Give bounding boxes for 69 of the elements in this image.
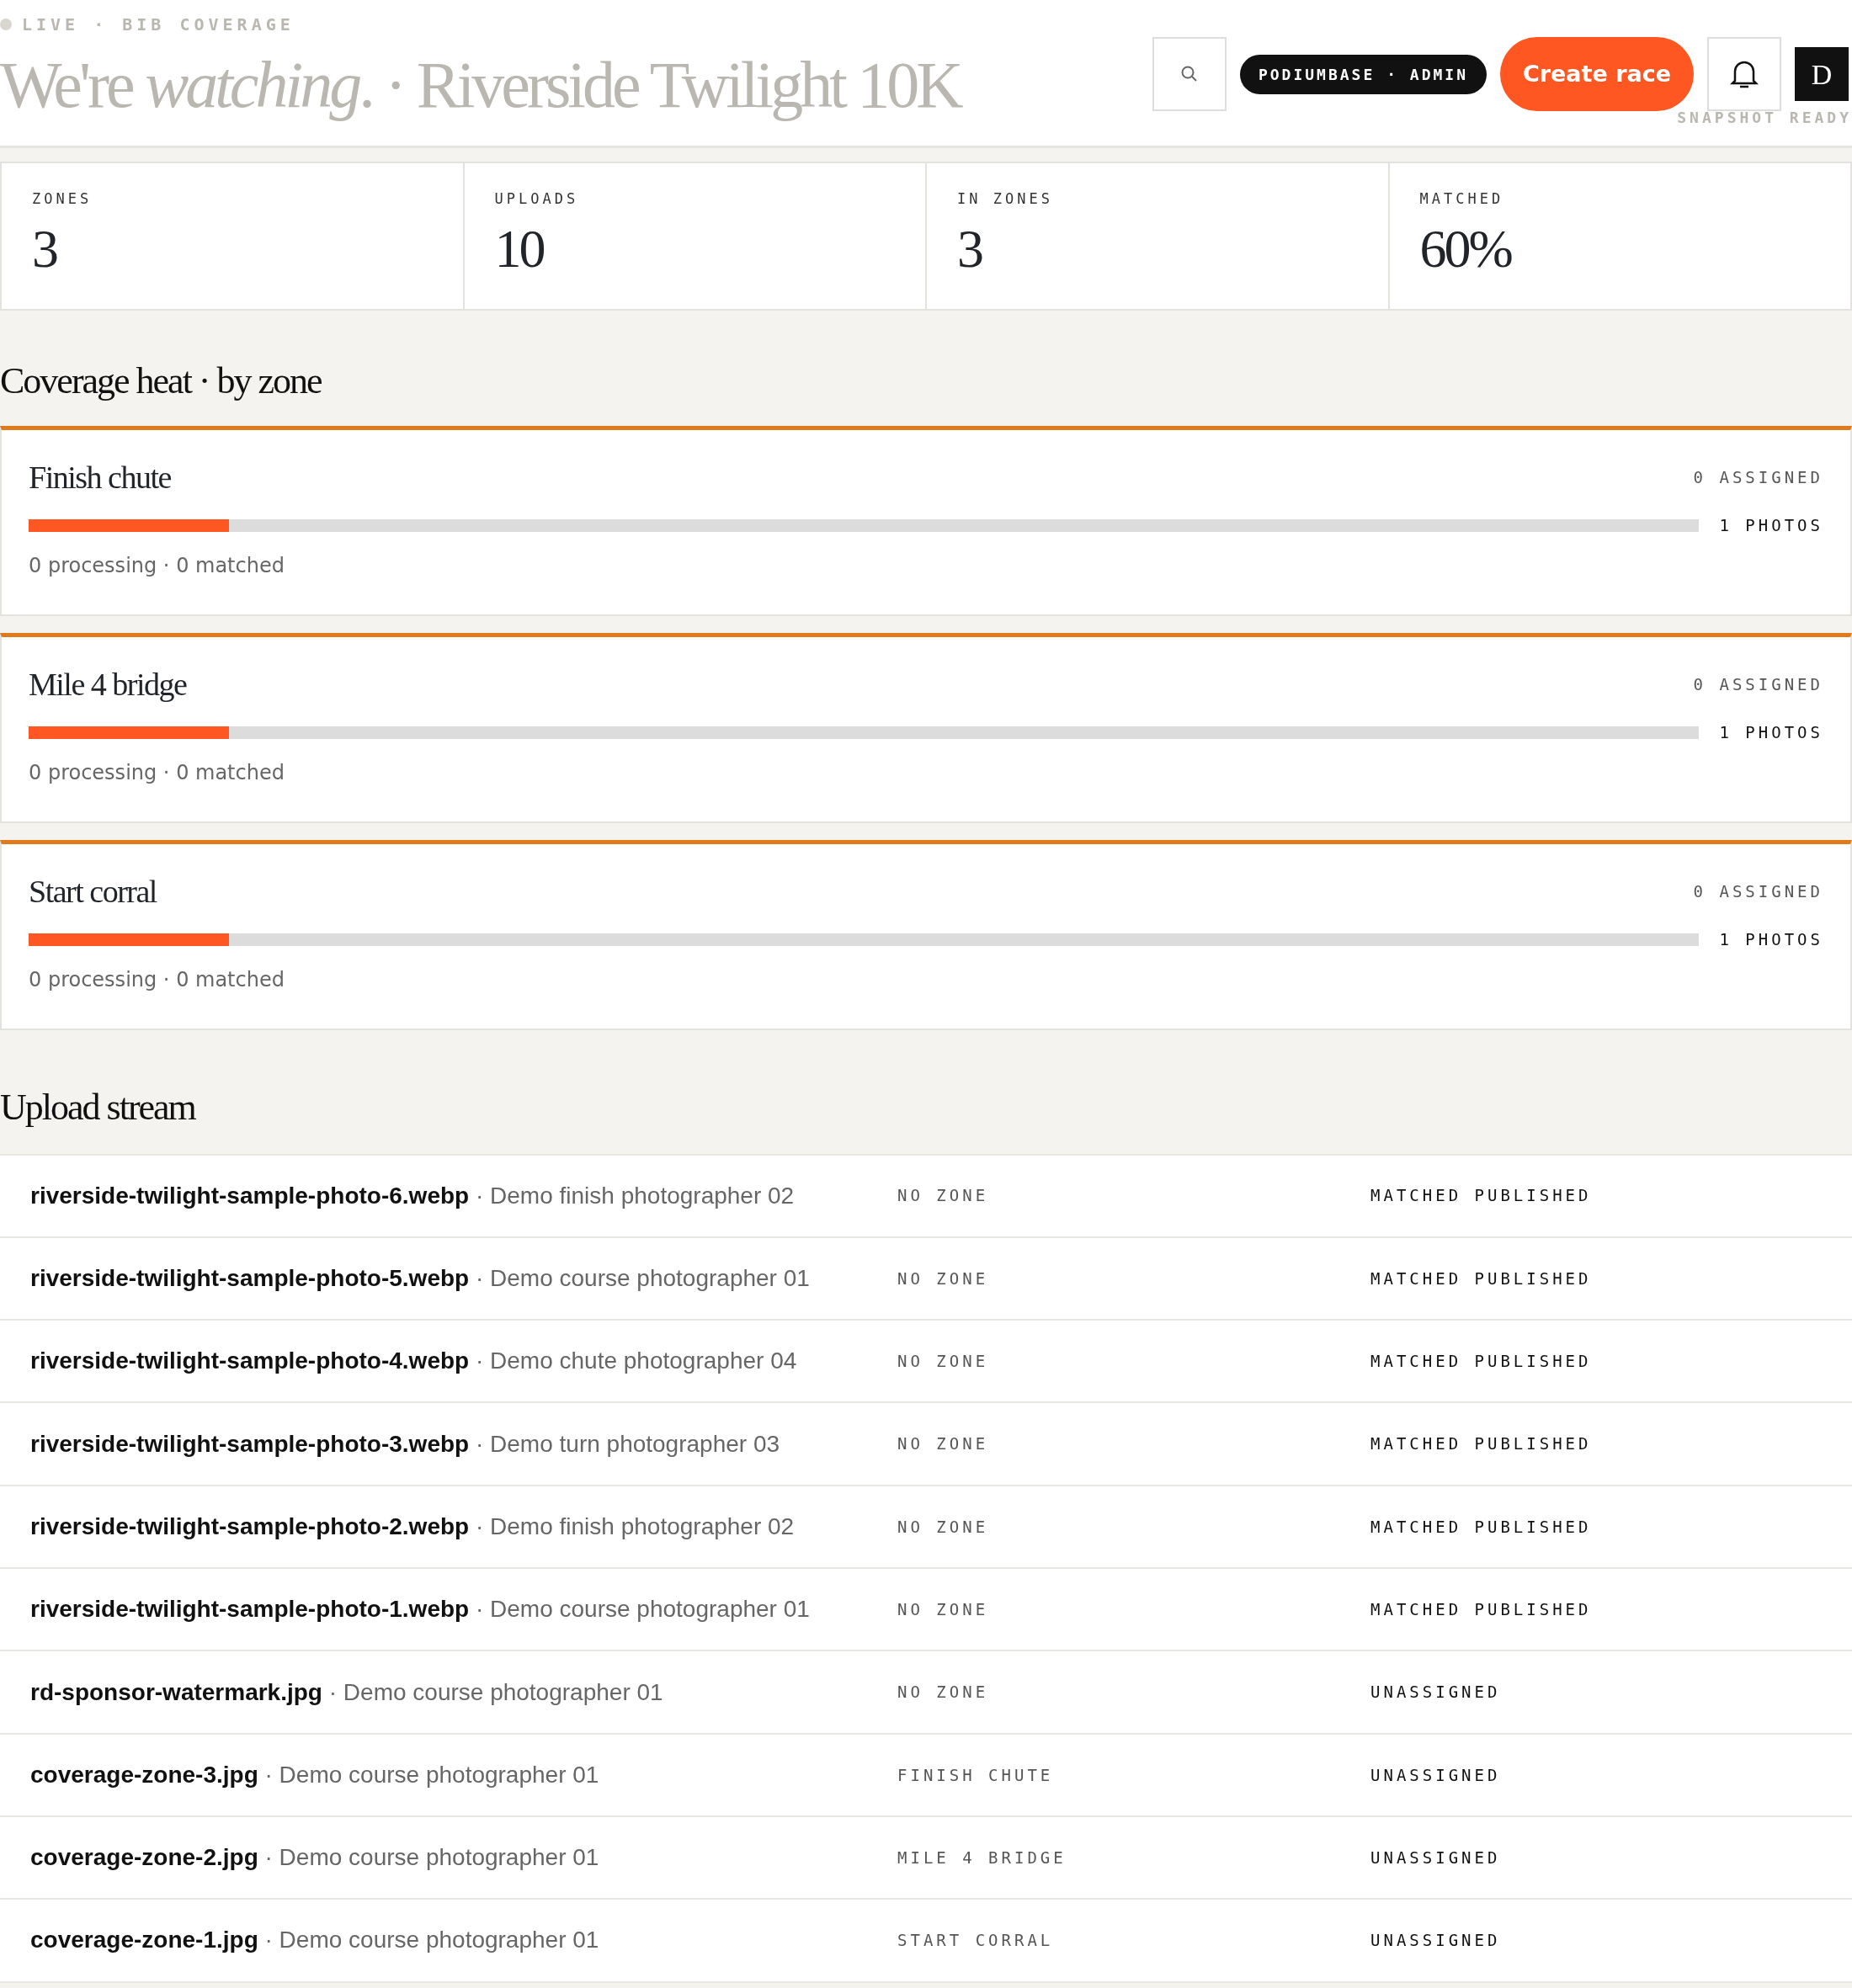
- search-icon: [1179, 65, 1199, 83]
- file-name[interactable]: riverside-twilight-sample-photo-5.webp: [30, 1265, 470, 1292]
- stat-value: 3: [957, 221, 983, 276]
- upload-status: UNASSIGNED: [1370, 1847, 1501, 1868]
- zone-label: START CORRAL: [897, 1931, 1054, 1950]
- photographer-name: · Demo course photographer 01: [475, 1596, 810, 1623]
- file-name[interactable]: riverside-twilight-sample-photo-1.webp: [30, 1596, 470, 1623]
- zone-label: NO ZONE: [897, 1186, 989, 1205]
- file-name[interactable]: rd-sponsor-watermark.jpg: [30, 1678, 322, 1705]
- zone-summary: 0 processing · 0 matched: [29, 760, 285, 787]
- assigned-count: 0 ASSIGNED: [1693, 881, 1823, 903]
- stat-value: 60%: [1419, 221, 1513, 276]
- live-dot-icon: [0, 19, 12, 30]
- zone-label: FINISH CHUTE: [897, 1765, 1054, 1784]
- upload-status: UNASSIGNED: [1370, 1930, 1501, 1952]
- section-heading: Upload stream: [0, 1085, 197, 1130]
- upload-status: MATCHED PUBLISHED: [1370, 1351, 1592, 1373]
- zone-summary: 0 processing · 0 matched: [29, 967, 285, 994]
- zone-label: NO ZONE: [897, 1599, 989, 1619]
- zone-name: Mile 4 bridge: [29, 665, 187, 704]
- section-heading: Coverage heat · by zone: [0, 359, 322, 403]
- assigned-count: 0 ASSIGNED: [1693, 467, 1823, 489]
- zone-summary: 0 processing · 0 matched: [29, 553, 285, 580]
- zone-label: NO ZONE: [897, 1517, 989, 1536]
- zone-label: NO ZONE: [897, 1434, 989, 1454]
- file-name[interactable]: riverside-twilight-sample-photo-6.webp: [30, 1182, 470, 1209]
- role-badge: PODIUMBASE · ADMIN: [1239, 54, 1487, 94]
- file-name[interactable]: coverage-zone-1.jpg: [30, 1927, 258, 1953]
- file-name[interactable]: coverage-zone-3.jpg: [30, 1761, 258, 1788]
- stat-label: IN ZONES: [957, 189, 1054, 209]
- photographer-name: · Demo finish photographer 02: [475, 1512, 795, 1539]
- photo-count: 1 PHOTOS: [1719, 514, 1823, 536]
- upload-status: UNASSIGNED: [1370, 1764, 1501, 1786]
- stat-value: 3: [32, 221, 58, 276]
- stat-value: 10: [494, 221, 545, 276]
- photographer-name: · Demo turn photographer 03: [475, 1430, 780, 1457]
- photographer-name: · Demo course photographer 01: [475, 1265, 810, 1292]
- zone-label: NO ZONE: [897, 1682, 989, 1702]
- upload-status: UNASSIGNED: [1370, 1682, 1501, 1704]
- zone-label: NO ZONE: [897, 1352, 989, 1371]
- photographer-name: · Demo chute photographer 04: [475, 1347, 797, 1374]
- photo-count: 1 PHOTOS: [1719, 721, 1823, 743]
- photographer-name: · Demo finish photographer 02: [475, 1182, 795, 1209]
- zone-label: NO ZONE: [897, 1268, 989, 1288]
- avatar[interactable]: D: [1795, 47, 1849, 101]
- upload-status: MATCHED PUBLISHED: [1370, 1516, 1592, 1538]
- assigned-count: 0 ASSIGNED: [1693, 674, 1823, 696]
- notifications-button[interactable]: [1707, 37, 1781, 111]
- photographer-name: · Demo course photographer 01: [264, 1761, 599, 1788]
- file-name[interactable]: riverside-twilight-sample-photo-3.webp: [30, 1430, 470, 1457]
- stat-label: UPLOADS: [494, 189, 580, 209]
- zone-label: MILE 4 BRIDGE: [897, 1847, 1067, 1867]
- photographer-name: · Demo course photographer 01: [328, 1678, 663, 1705]
- photographer-name: · Demo course photographer 01: [264, 1927, 599, 1953]
- upload-status: MATCHED PUBLISHED: [1370, 1598, 1592, 1620]
- file-name[interactable]: riverside-twilight-sample-photo-2.webp: [30, 1512, 470, 1539]
- upload-status: MATCHED PUBLISHED: [1370, 1433, 1592, 1455]
- bell-icon: [1730, 59, 1759, 89]
- file-name[interactable]: coverage-zone-2.jpg: [30, 1844, 258, 1871]
- stat-label: ZONES: [32, 189, 93, 209]
- photographer-name: · Demo course photographer 01: [264, 1844, 599, 1871]
- upload-status: MATCHED PUBLISHED: [1370, 1185, 1592, 1207]
- zone-name: Finish chute: [29, 458, 171, 497]
- eyebrow-label: LIVE · BIB COVERAGE: [22, 13, 295, 36]
- upload-status: MATCHED PUBLISHED: [1370, 1268, 1592, 1289]
- photo-count: 1 PHOTOS: [1719, 928, 1823, 950]
- file-name[interactable]: riverside-twilight-sample-photo-4.webp: [30, 1347, 470, 1374]
- zone-name: Start corral: [29, 872, 157, 911]
- stat-label: MATCHED: [1419, 189, 1505, 209]
